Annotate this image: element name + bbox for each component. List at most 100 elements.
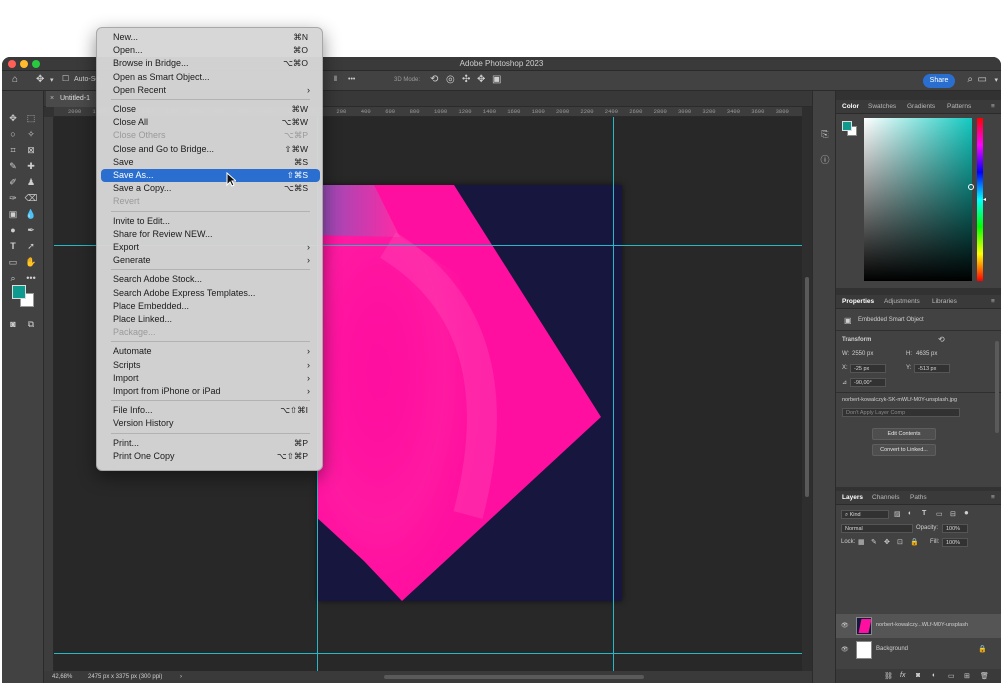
lock-all-icon[interactable]: 🔒 [910, 538, 919, 546]
chevron-down-icon[interactable]: ▾ [50, 76, 54, 84]
menu-item-automate[interactable]: Automate › [101, 345, 320, 358]
tab-patterns[interactable]: Patterns [947, 100, 971, 114]
layer-comp-select[interactable]: Don't Apply Layer Comp [842, 408, 960, 417]
menu-item-import[interactable]: Import › [101, 372, 320, 385]
share-button[interactable]: Share [923, 74, 955, 88]
screen-mode-icon[interactable]: ⧉ [24, 317, 38, 331]
link-layers-icon[interactable]: ⛓ [884, 672, 893, 680]
eye-icon[interactable]: 👁 [841, 622, 849, 629]
opacity-field[interactable]: 100% [942, 524, 968, 533]
tab-properties[interactable]: Properties [842, 295, 874, 309]
menu-item-save-a-copy[interactable]: Save a Copy... ⌥⌘S [101, 182, 320, 195]
healing-brush-icon[interactable]: ✚ [24, 159, 38, 173]
move-tool-icon[interactable]: ✥ [6, 111, 20, 125]
home-icon[interactable]: ⌂ [12, 74, 18, 85]
menu-item-scripts[interactable]: Scripts › [101, 359, 320, 372]
marquee-tool-icon[interactable]: ⬚ [24, 111, 38, 125]
close-tab-icon[interactable]: × [50, 91, 54, 107]
tab-adjustments[interactable]: Adjustments [884, 295, 920, 309]
magic-wand-icon[interactable]: ✧ [24, 127, 38, 141]
chevron-down-icon[interactable]: ▾ [994, 76, 998, 84]
foreground-color-swatch[interactable] [12, 285, 26, 299]
layer-filter-select[interactable]: ⌕ Kind [841, 510, 889, 519]
menu-item-print[interactable]: Print... ⌘P [101, 437, 320, 450]
color-field[interactable] [864, 118, 974, 281]
layer-name[interactable]: norbert-kowalczy...WLf-M0Y-unsplash [876, 622, 968, 628]
crop-tool-icon[interactable]: ⌗ [6, 143, 20, 157]
fx-icon[interactable]: fx [900, 672, 905, 679]
lasso-tool-icon[interactable]: ○ [6, 127, 20, 141]
x-field[interactable]: -25 px [850, 364, 886, 373]
menu-item-place-linked[interactable]: Place Linked... [101, 313, 320, 326]
gradient-tool-icon[interactable]: ▣ [6, 207, 20, 221]
tab-gradients[interactable]: Gradients [907, 100, 935, 114]
document-canvas[interactable] [318, 185, 622, 601]
menu-item-save-as[interactable]: Save As... ⇧⌘S [101, 169, 320, 182]
new-layer-icon[interactable]: ⊞ [964, 672, 970, 680]
properties-scrollbar[interactable] [995, 341, 999, 433]
tab-color[interactable]: Color [842, 100, 859, 114]
panel-menu-icon[interactable]: ≡ [991, 100, 995, 114]
width-value[interactable]: 2550 px [852, 351, 873, 357]
menu-item-close-and-go-to-bridge[interactable]: Close and Go to Bridge... ⇧⌘W [101, 143, 320, 156]
frame-tool-icon[interactable]: ⊠ [24, 143, 38, 157]
blend-mode-select[interactable]: Normal [841, 524, 913, 533]
hue-slider-handle[interactable]: ◂ [983, 196, 986, 203]
menu-item-close-all[interactable]: Close All ⌥⌘W [101, 116, 320, 129]
angle-field[interactable]: -90,00° [850, 378, 886, 387]
filter-toggle-icon[interactable]: ● [964, 508, 969, 517]
tab-channels[interactable]: Channels [872, 491, 899, 505]
tab-paths[interactable]: Paths [910, 491, 927, 505]
lock-transparent-icon[interactable]: ▦ [858, 538, 865, 546]
more-tools-icon[interactable]: ••• [24, 271, 38, 285]
menu-item-open-recent[interactable]: Open Recent › [101, 84, 320, 97]
filter-smart-object-icon[interactable]: ⊟ [950, 510, 956, 518]
eye-icon[interactable]: 👁 [841, 646, 849, 653]
path-select-icon[interactable]: ➚ [24, 239, 38, 253]
stamp-tool-icon[interactable]: ♟ [24, 175, 38, 189]
3d-orbit-icon[interactable]: ⟲ [430, 74, 438, 85]
guide-horizontal[interactable] [54, 653, 802, 654]
3d-roll-icon[interactable]: ◎ [446, 74, 455, 85]
3d-drag-icon[interactable]: ✣ [462, 74, 470, 85]
search-icon[interactable]: ⌕ [967, 74, 973, 85]
menu-item-invite-to-edit[interactable]: Invite to Edit... [101, 215, 320, 228]
menu-item-browse-in-bridge[interactable]: Browse in Bridge... ⌥⌘O [101, 57, 320, 70]
tab-swatches[interactable]: Swatches [868, 100, 896, 114]
convert-to-linked-button[interactable]: Convert to Linked... [872, 444, 936, 456]
align-icon[interactable]: ⫴ [334, 76, 337, 84]
eraser-icon[interactable]: ⌫ [24, 191, 38, 205]
color-picker-handle[interactable] [968, 184, 974, 190]
hand-tool-icon[interactable]: ✋ [24, 255, 38, 269]
fill-field[interactable]: 100% [942, 538, 968, 547]
guide-vertical[interactable] [613, 117, 614, 673]
move-tool-icon[interactable]: ✥ [36, 74, 44, 85]
filter-adjustment-icon[interactable]: ◐ [908, 510, 912, 517]
menu-item-export[interactable]: Export › [101, 241, 320, 254]
filter-type-icon[interactable]: T [922, 510, 926, 517]
zoom-level[interactable]: 42,68% [52, 671, 72, 683]
filter-pixel-icon[interactable]: ▨ [894, 510, 901, 518]
info-panel-icon[interactable]: ⓘ [819, 153, 831, 165]
panel-menu-icon[interactable]: ≡ [991, 491, 995, 505]
filter-shape-icon[interactable]: ▭ [936, 510, 943, 518]
adjustment-layer-icon[interactable]: ◐ [932, 672, 936, 679]
foreground-color-chip[interactable] [842, 121, 852, 131]
type-tool-icon[interactable]: T [6, 239, 20, 253]
menu-item-file-info[interactable]: File Info... ⌥⇧⌘I [101, 404, 320, 417]
more-options-icon[interactable]: ••• [348, 76, 355, 83]
menu-item-import-from-iphone-or-ipad[interactable]: Import from iPhone or iPad › [101, 385, 320, 398]
menu-item-search-adobe-express-templates[interactable]: Search Adobe Express Templates... [101, 287, 320, 300]
menu-item-print-one-copy[interactable]: Print One Copy ⌥⇧⌘P [101, 450, 320, 463]
menu-item-open[interactable]: Open... ⌘O [101, 44, 320, 57]
dodge-tool-icon[interactable]: ● [6, 223, 20, 237]
menu-item-version-history[interactable]: Version History [101, 417, 320, 430]
panel-menu-icon[interactable]: ≡ [991, 295, 995, 309]
lock-image-icon[interactable]: ✎ [871, 538, 877, 546]
menu-item-new[interactable]: New... ⌘N [101, 31, 320, 44]
menu-item-place-embedded[interactable]: Place Embedded... [101, 300, 320, 313]
menu-item-search-adobe-stock[interactable]: Search Adobe Stock... [101, 273, 320, 286]
tab-libraries[interactable]: Libraries [932, 295, 957, 309]
lock-position-icon[interactable]: ✥ [884, 538, 890, 546]
reset-transform-icon[interactable]: ⟲ [938, 335, 945, 344]
